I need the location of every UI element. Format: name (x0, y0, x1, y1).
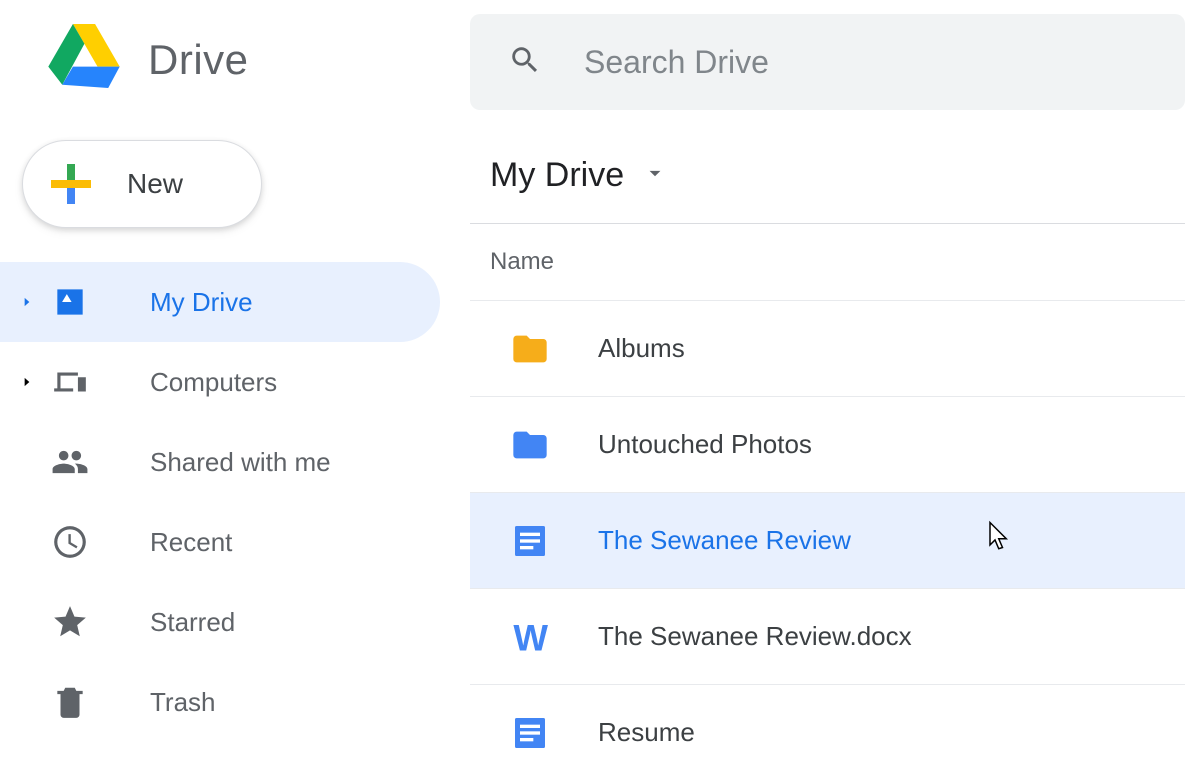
sidebar-nav: My Drive Computers Shared with me Recent Sta… (0, 262, 470, 742)
search-input[interactable] (582, 43, 1147, 82)
sidebar-item-label: Computers (150, 367, 277, 398)
drive-logo-icon (48, 24, 120, 96)
search-bar[interactable] (470, 14, 1185, 110)
people-icon (46, 443, 94, 481)
sidebar-item-label: Recent (150, 527, 232, 558)
folder-yellow-icon (510, 329, 550, 369)
file-row[interactable]: Albums (470, 300, 1185, 396)
doc-icon (510, 713, 550, 753)
trash-icon (46, 683, 94, 721)
folder-blue-icon (510, 425, 550, 465)
sidebar-item-computers[interactable]: Computers (0, 342, 470, 422)
doc-icon (510, 521, 550, 561)
file-list: Albums Untouched Photos The Sewanee Review… (470, 300, 1185, 774)
star-icon (46, 603, 94, 641)
sidebar-item-label: My Drive (150, 287, 253, 318)
file-name: The Sewanee Review (598, 525, 851, 556)
file-row[interactable]: Resume (470, 684, 1185, 774)
sidebar-item-recent[interactable]: Recent (0, 502, 470, 582)
main-area: My Drive Name Albums Untouched Photos The … (470, 0, 1185, 774)
breadcrumb-label: My Drive (490, 156, 624, 195)
file-row[interactable]: The Sewanee Review.docx (470, 588, 1185, 684)
file-name: Resume (598, 717, 695, 748)
clock-icon (46, 523, 94, 561)
caret-down-icon (642, 156, 668, 195)
sidebar-item-trash[interactable]: Trash (0, 662, 470, 742)
drive-icon (46, 283, 94, 321)
breadcrumb[interactable]: My Drive (470, 110, 1185, 223)
new-button-label: New (127, 168, 183, 200)
file-row[interactable]: Untouched Photos (470, 396, 1185, 492)
app-logo-row: Drive (0, 0, 470, 96)
sidebar-item-my-drive[interactable]: My Drive (0, 262, 440, 342)
sidebar-item-label: Trash (150, 687, 216, 718)
file-row[interactable]: The Sewanee Review (470, 492, 1185, 588)
sidebar-item-label: Starred (150, 607, 235, 638)
word-icon (510, 617, 550, 657)
devices-icon (46, 363, 94, 401)
file-name: The Sewanee Review.docx (598, 621, 912, 652)
sidebar: Drive New My Drive Computers Shared with m… (0, 0, 470, 774)
app-name: Drive (148, 36, 249, 84)
expand-arrow-icon (18, 295, 36, 309)
sidebar-item-shared-with-me[interactable]: Shared with me (0, 422, 470, 502)
sidebar-item-label: Shared with me (150, 447, 331, 478)
column-header-name[interactable]: Name (470, 224, 1185, 300)
new-button[interactable]: New (22, 140, 262, 228)
search-icon (508, 43, 542, 82)
sidebar-item-starred[interactable]: Starred (0, 582, 470, 662)
file-name: Untouched Photos (598, 429, 812, 460)
file-name: Albums (598, 333, 685, 364)
expand-arrow-icon (18, 375, 36, 389)
plus-icon (51, 164, 91, 204)
